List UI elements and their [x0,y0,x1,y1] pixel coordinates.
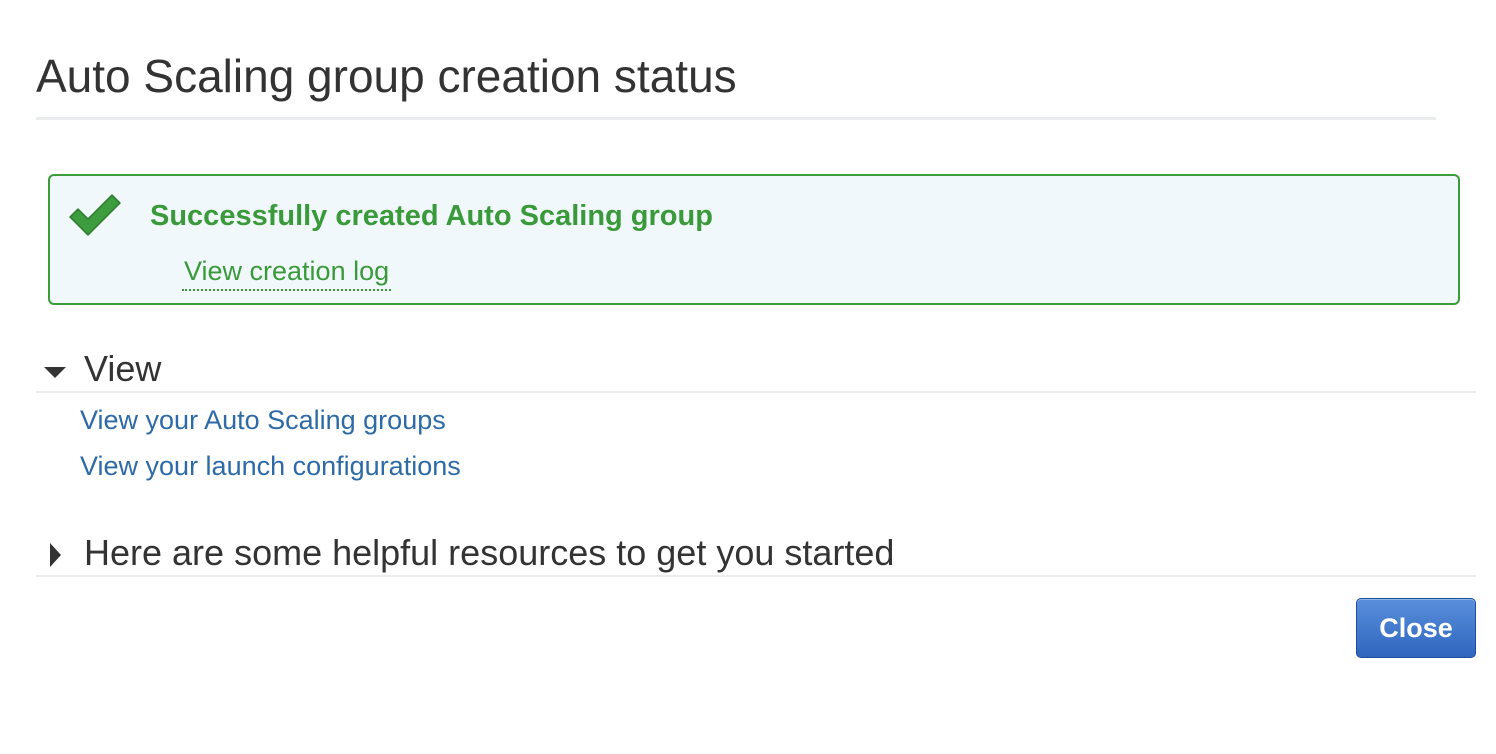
view-launch-configurations-link[interactable]: View your launch configurations [80,449,461,483]
view-auto-scaling-groups-link[interactable]: View your Auto Scaling groups [80,403,446,437]
close-button[interactable]: Close [1356,598,1476,658]
view-creation-log-link[interactable]: View creation log [182,254,392,291]
success-message: Successfully created Auto Scaling group [150,200,713,232]
resources-section-title: Here are some helpful resources to get y… [84,532,895,573]
section-divider [36,391,1476,393]
section-divider [36,575,1476,577]
caret-down-icon [44,367,66,378]
title-divider [36,117,1436,120]
page-title: Auto Scaling group creation status [36,50,737,102]
caret-right-icon [50,543,61,567]
resources-section-toggle[interactable]: Here are some helpful resources to get y… [36,532,1476,577]
view-section-title: View [84,348,162,389]
check-icon [69,194,121,236]
success-alert: Successfully created Auto Scaling group … [48,174,1460,305]
view-section-toggle[interactable]: View [36,348,1476,393]
